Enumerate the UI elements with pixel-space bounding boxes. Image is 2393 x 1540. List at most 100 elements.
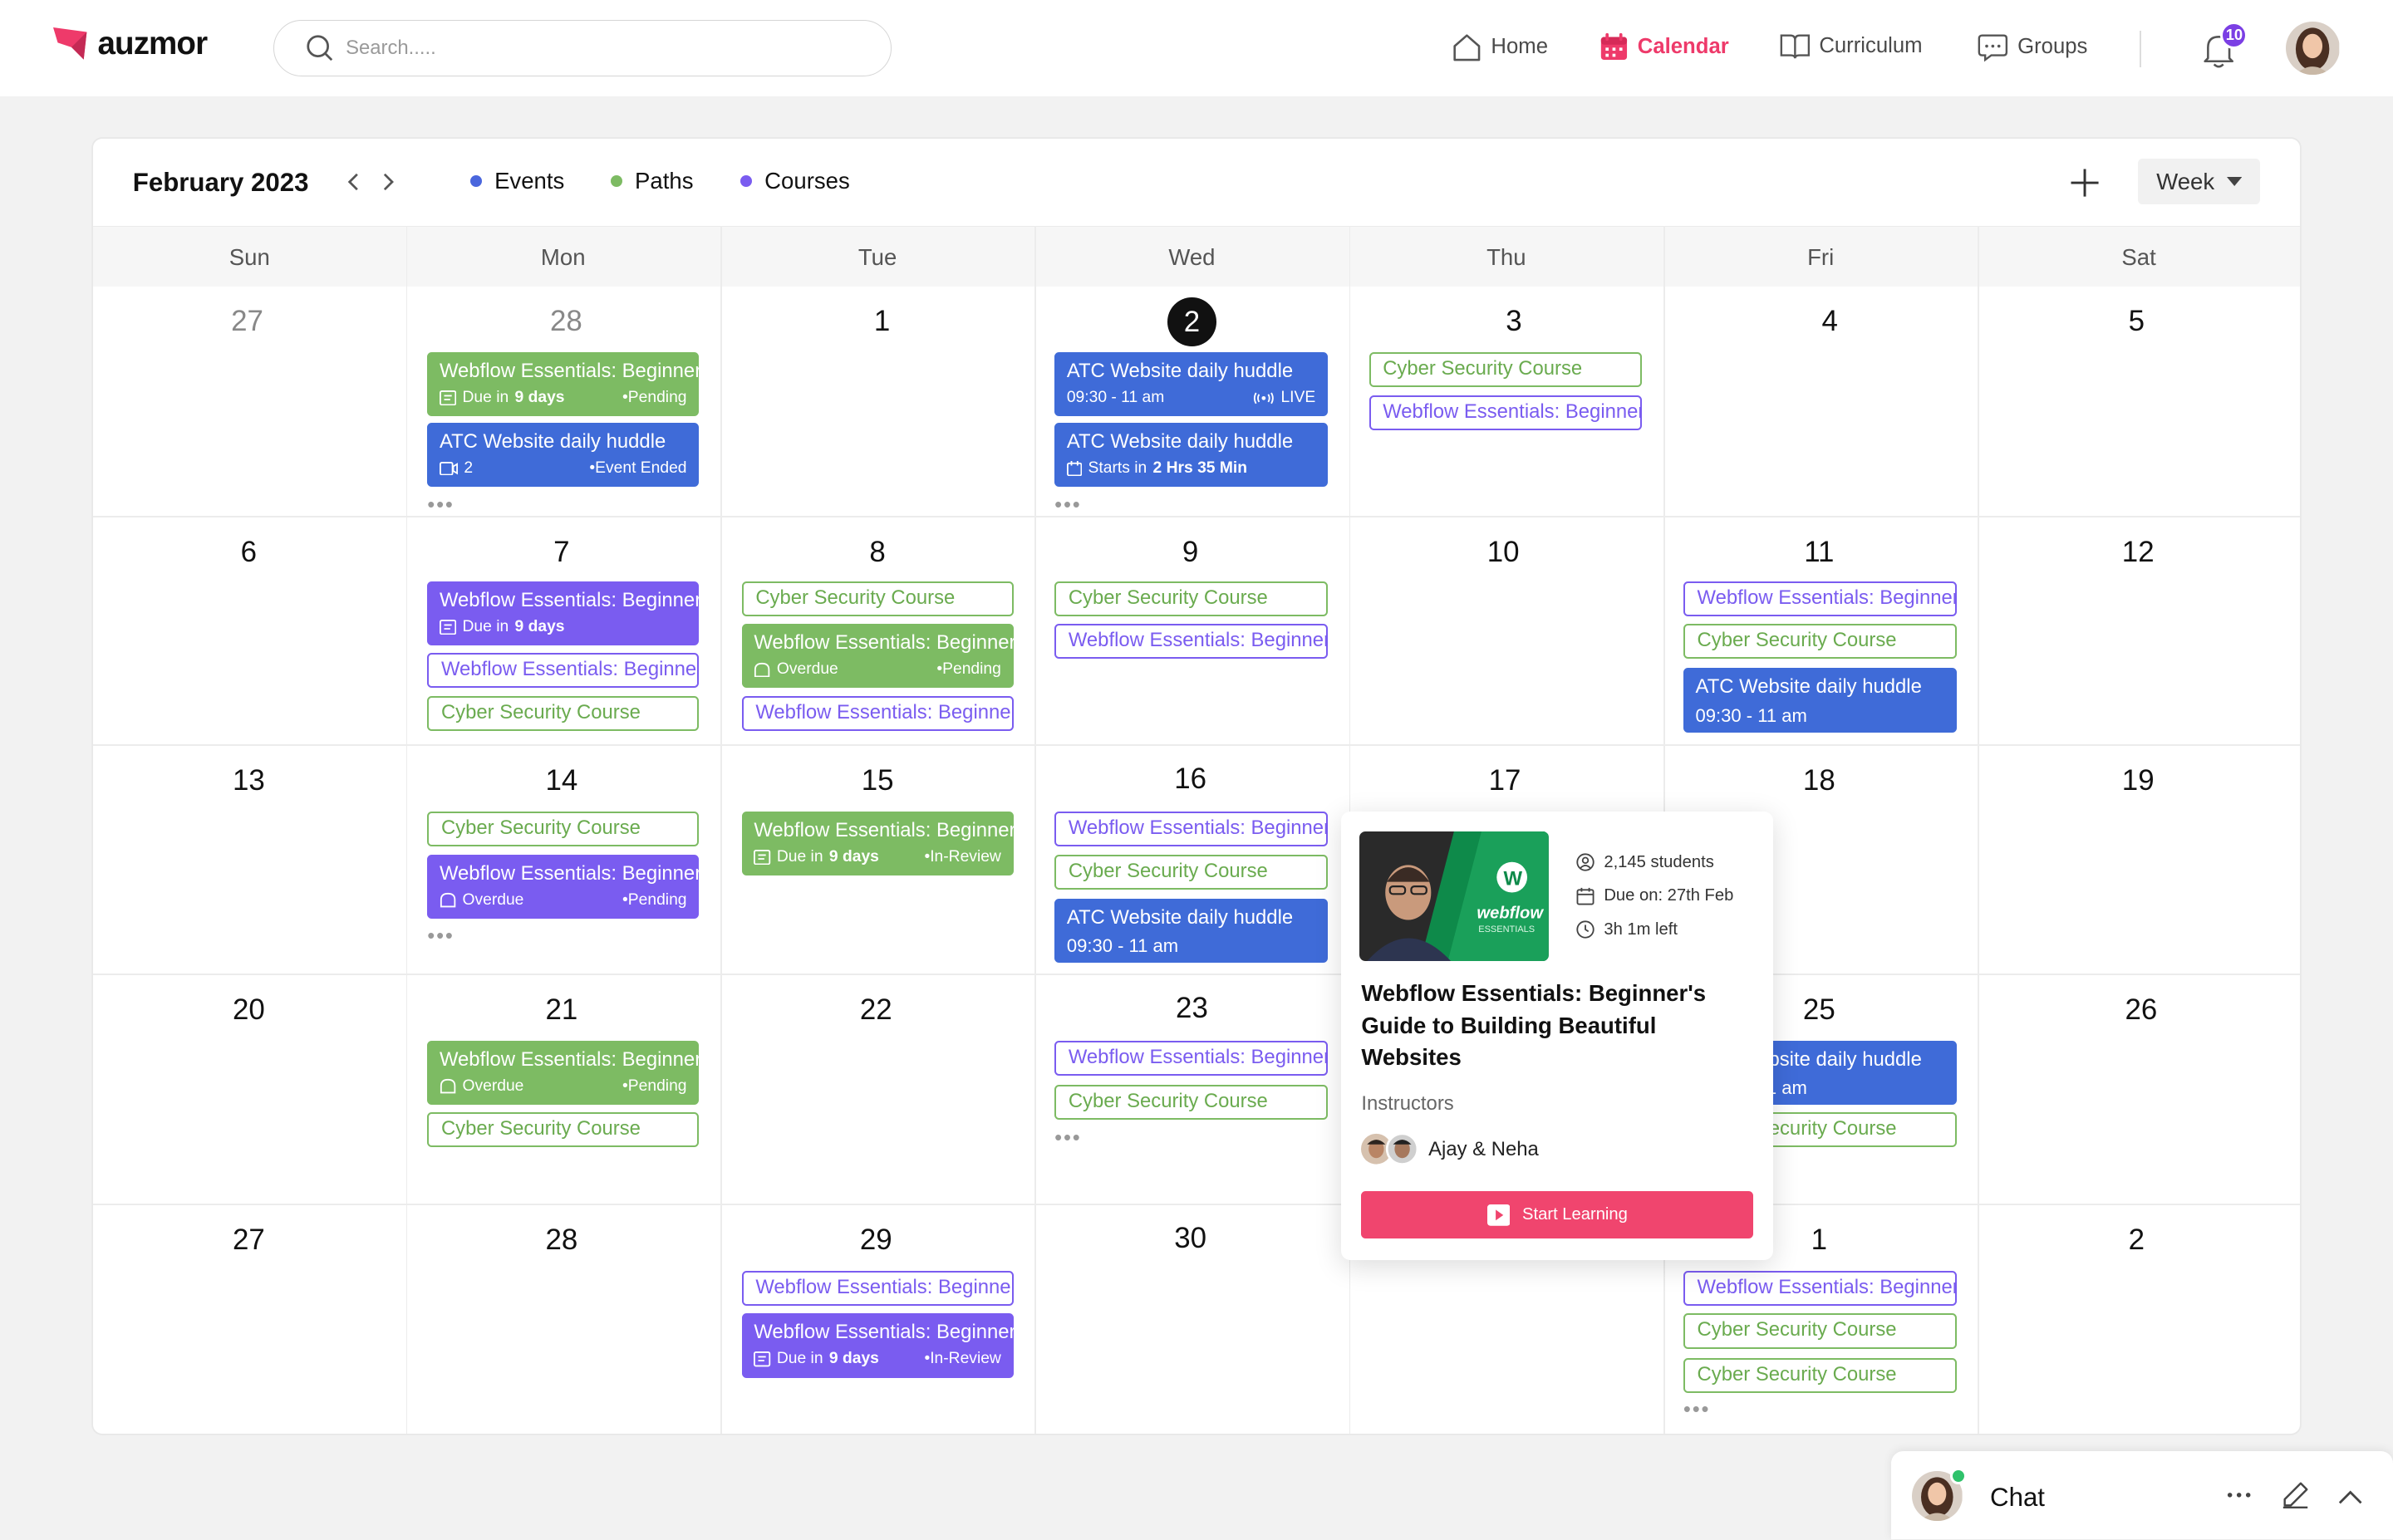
start-learning-button[interactable]: Start Learning xyxy=(1361,1191,1754,1239)
date-cell[interactable]: 8 xyxy=(847,536,907,569)
event-item[interactable]: ATC Website daily huddle Starts in 2 Hrs… xyxy=(1054,422,1328,487)
path-event[interactable]: Webflow Essentials: Beginner's Guide Ove… xyxy=(427,1040,700,1105)
course-event[interactable]: Webflow Essentials: Beginner's Guide xyxy=(1368,395,1643,430)
path-event[interactable]: Cyber Security Course xyxy=(1683,624,1957,660)
grid-line xyxy=(93,515,2300,517)
course-event[interactable]: Webflow Essentials: Beginner's Guide xyxy=(1054,812,1328,847)
event-item[interactable]: ATC Website daily huddle 09:30 - 11 am xyxy=(1683,668,1957,733)
course-event[interactable]: Webflow Essentials: Beginner's Guide xyxy=(1054,624,1328,660)
more-events-button[interactable]: ••• xyxy=(1054,494,1082,516)
date-cell[interactable]: 15 xyxy=(847,764,907,797)
path-event[interactable]: Cyber Security Course xyxy=(427,1111,700,1148)
more-events-button[interactable]: ••• xyxy=(427,494,455,516)
more-events-button[interactable]: ••• xyxy=(427,926,455,948)
date-cell[interactable]: 22 xyxy=(846,993,907,1027)
date-cell[interactable]: 23 xyxy=(1162,992,1222,1025)
date-cell[interactable]: 10 xyxy=(1472,536,1533,569)
date-cell[interactable]: 3 xyxy=(1483,305,1544,338)
course-event[interactable]: Webflow Essentials: Beginner's Guide xyxy=(741,1270,1014,1307)
event-item[interactable]: ATC Website daily huddle 2 •Event Ended xyxy=(427,422,700,487)
date-cell[interactable]: 17 xyxy=(1474,764,1535,797)
date-cell[interactable]: 19 xyxy=(2107,764,2168,797)
view-select[interactable]: Week xyxy=(2138,159,2261,205)
date-cell[interactable]: 4 xyxy=(1799,305,1860,338)
course-event[interactable]: Webflow Essentials: Beginner's Guide Ove… xyxy=(427,854,700,919)
view-select-value: Week xyxy=(2156,168,2215,194)
event-item[interactable]: ATC Website daily huddle 09:30 - 11 am xyxy=(1054,898,1328,963)
path-event[interactable]: Cyber Security Course xyxy=(427,695,700,731)
next-month-button[interactable] xyxy=(377,168,401,195)
legend-courses[interactable]: Courses xyxy=(740,168,850,194)
more-events-button[interactable]: ••• xyxy=(1683,1399,1711,1420)
chat-compose-button[interactable] xyxy=(2282,1481,2309,1509)
due-value: 9 days xyxy=(828,1350,879,1368)
nav-calendar[interactable]: Calendar xyxy=(1599,32,1729,61)
chat-expand-button[interactable] xyxy=(2338,1484,2362,1504)
date-cell[interactable]: 12 xyxy=(2107,536,2168,569)
date-cell[interactable]: 29 xyxy=(846,1224,907,1257)
nav-home[interactable]: Home xyxy=(1452,32,1548,63)
nav-groups[interactable]: Groups xyxy=(1978,32,2087,63)
course-event[interactable]: Webflow Essentials: Beginner's Guide xyxy=(1683,1270,1957,1307)
prev-month-button[interactable] xyxy=(341,168,365,195)
date-cell[interactable]: 27 xyxy=(219,1224,279,1257)
date-cell[interactable]: 6 xyxy=(219,536,279,569)
today-date-cell[interactable]: 2 xyxy=(1167,297,1216,346)
chat-widget[interactable]: Chat xyxy=(1890,1450,2393,1540)
brand-logo[interactable]: auzmor xyxy=(53,26,208,62)
date-cell[interactable]: 5 xyxy=(2106,305,2167,338)
calendar-header: February 2023 Events Paths Courses Week xyxy=(93,139,2300,226)
search-bar[interactable] xyxy=(273,19,892,76)
legend-paths[interactable]: Paths xyxy=(610,168,694,194)
date-cell[interactable]: 2 xyxy=(2106,1224,2167,1257)
event-title: Cyber Security Course xyxy=(440,1116,641,1140)
date-cell[interactable]: 28 xyxy=(531,1224,592,1257)
path-event[interactable]: Webflow Essentials: Beginner's Guide Due… xyxy=(427,352,700,417)
date-cell[interactable]: 27 xyxy=(217,305,278,338)
date-cell[interactable]: 20 xyxy=(219,993,279,1027)
path-event[interactable]: Cyber Security Course xyxy=(741,581,1014,616)
event-item[interactable]: ATC Website daily huddle 09:30 - 11 am LI… xyxy=(1054,352,1328,417)
chevron-right-icon xyxy=(383,173,394,190)
date-cell[interactable]: 28 xyxy=(536,305,597,338)
date-cell[interactable]: 26 xyxy=(2110,993,2171,1027)
course-event[interactable]: Webflow Essentials: Beginner's Guide Due… xyxy=(741,1313,1014,1378)
notifications-button[interactable]: 10 xyxy=(2202,21,2248,70)
path-event[interactable]: Cyber Security Course xyxy=(1054,581,1328,616)
path-event[interactable]: Cyber Security Course xyxy=(1368,352,1643,388)
more-events-button[interactable]: ••• xyxy=(1054,1127,1082,1149)
path-event[interactable]: Webflow Essentials: Beginner's Guide Due… xyxy=(741,812,1014,876)
date-cell[interactable]: 11 xyxy=(1789,536,1850,569)
legend-events[interactable]: Events xyxy=(469,168,564,194)
user-avatar[interactable] xyxy=(2286,21,2340,75)
date-cell[interactable]: 30 xyxy=(1160,1222,1221,1255)
event-title: Cyber Security Course xyxy=(1068,1089,1268,1112)
date-cell[interactable]: 13 xyxy=(219,764,279,797)
path-event[interactable]: Cyber Security Course xyxy=(1054,854,1328,890)
chat-more-button[interactable] xyxy=(2227,1484,2251,1506)
date-cell[interactable]: 1 xyxy=(1789,1224,1850,1257)
date-cell[interactable]: 14 xyxy=(531,764,592,797)
path-event[interactable]: Cyber Security Course xyxy=(427,812,700,847)
date-cell[interactable]: 1 xyxy=(852,305,912,338)
path-event[interactable]: Cyber Security Course xyxy=(1683,1313,1957,1349)
add-event-button[interactable] xyxy=(2066,164,2103,201)
date-cell[interactable]: 21 xyxy=(531,993,592,1027)
course-event[interactable]: Webflow Essentials: Beginner's Guide xyxy=(741,695,1014,731)
date-cell[interactable]: 25 xyxy=(1789,993,1850,1027)
date-cell[interactable]: 18 xyxy=(1789,764,1850,797)
date-cell[interactable]: 7 xyxy=(531,536,592,569)
date-cell[interactable]: 9 xyxy=(1160,536,1221,569)
search-input[interactable] xyxy=(346,36,850,60)
grid-line xyxy=(720,225,722,1435)
course-event[interactable]: Webflow Essentials: Beginner's Guide xyxy=(427,653,700,689)
course-event[interactable]: Webflow Essentials: Beginner's Guide Due… xyxy=(427,581,700,645)
path-event[interactable]: Webflow Essentials: Beginner's Guide Ove… xyxy=(741,624,1014,689)
course-event[interactable]: Webflow Essentials: Beginner's Guide xyxy=(1054,1040,1328,1076)
date-cell[interactable]: 16 xyxy=(1160,763,1221,796)
path-event[interactable]: Cyber Security Course xyxy=(1054,1084,1328,1121)
event-title: ATC Website daily huddle xyxy=(1695,675,1922,699)
course-event[interactable]: Webflow Essentials: Beginner's Guide xyxy=(1683,581,1957,616)
nav-curriculum[interactable]: Curriculum xyxy=(1780,32,1923,60)
path-event[interactable]: Cyber Security Course xyxy=(1683,1357,1957,1393)
